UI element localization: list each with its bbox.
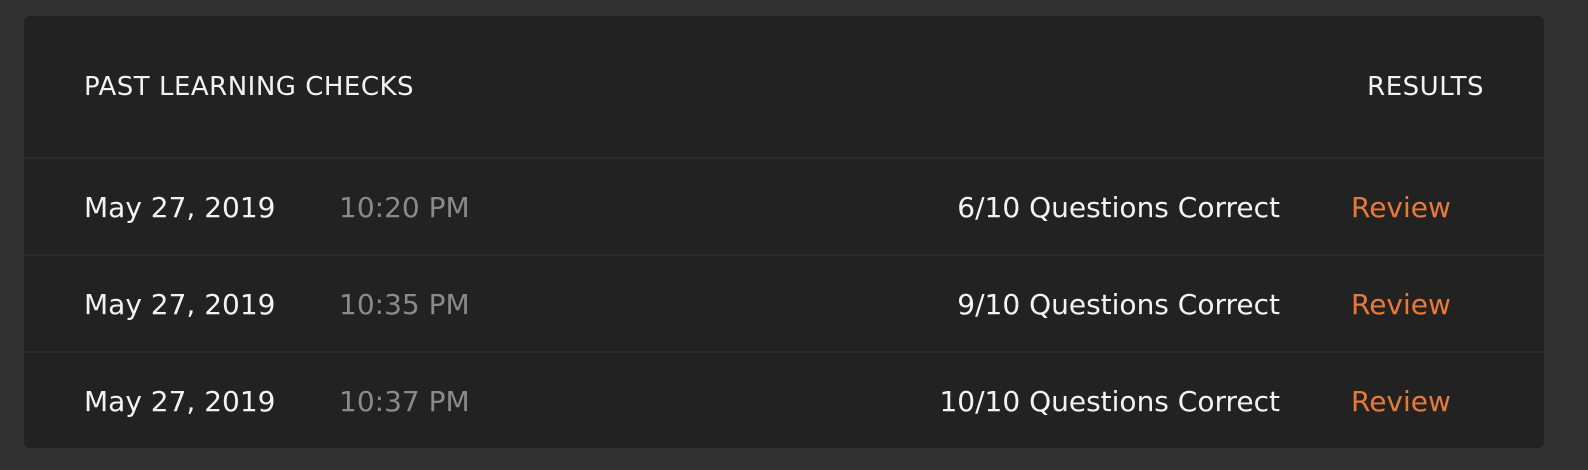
check-time: 10:37 PM	[339, 385, 470, 418]
check-score: 6/10 Questions Correct	[957, 191, 1280, 224]
review-link[interactable]: Review	[1351, 286, 1451, 324]
learning-check-row: May 27, 2019 10:20 PM 6/10 Questions Cor…	[24, 159, 1544, 256]
review-link[interactable]: Review	[1351, 383, 1451, 421]
check-date: May 27, 2019	[84, 385, 276, 418]
panel-title: PAST LEARNING CHECKS	[84, 72, 415, 102]
check-date: May 27, 2019	[84, 191, 276, 224]
learning-check-row: May 27, 2019 10:35 PM 9/10 Questions Cor…	[24, 256, 1544, 353]
check-time: 10:35 PM	[339, 288, 470, 321]
results-column-header: RESULTS	[1367, 72, 1484, 102]
review-link[interactable]: Review	[1351, 189, 1451, 227]
check-time: 10:20 PM	[339, 191, 470, 224]
check-score: 10/10 Questions Correct	[939, 385, 1280, 418]
check-date: May 27, 2019	[84, 288, 276, 321]
check-score: 9/10 Questions Correct	[957, 288, 1280, 321]
past-learning-checks-panel: PAST LEARNING CHECKS RESULTS May 27, 201…	[24, 16, 1544, 448]
panel-header: PAST LEARNING CHECKS RESULTS	[24, 16, 1544, 159]
learning-check-row: May 27, 2019 10:37 PM 10/10 Questions Co…	[24, 353, 1544, 450]
learning-checks-list: May 27, 2019 10:20 PM 6/10 Questions Cor…	[24, 159, 1544, 450]
